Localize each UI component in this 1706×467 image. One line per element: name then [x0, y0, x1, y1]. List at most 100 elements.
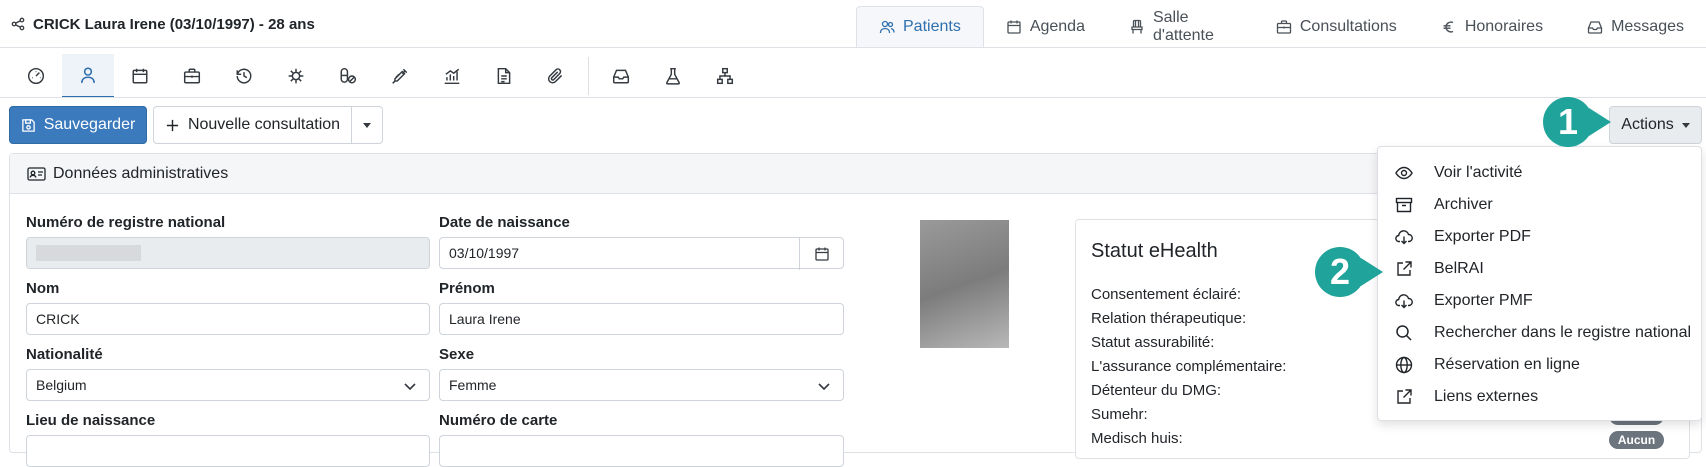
callout-number: 2 [1315, 247, 1365, 297]
ehealth-title: Statut eHealth [1091, 240, 1218, 262]
tab-salle-attente[interactable]: Salle d'attente [1107, 6, 1254, 48]
chair-icon [1129, 19, 1145, 35]
ehealth-row: Relation thérapeutique: [1091, 310, 1247, 327]
nationalite-select[interactable]: Belgium [26, 369, 430, 401]
tab-consultations[interactable]: Consultations [1254, 6, 1419, 48]
actions-label: Actions [1621, 116, 1674, 133]
calendar-picker-button[interactable] [799, 238, 843, 270]
tab-honoraires[interactable]: Honoraires [1419, 6, 1565, 48]
lieu-naissance-label: Lieu de naissance [26, 412, 156, 429]
actions-menu: Voir l'activité Archiver Exporter PDF Be… [1377, 146, 1702, 421]
patient-photo[interactable] [920, 220, 1009, 348]
inbox-icon[interactable] [595, 54, 647, 98]
callout-2: 2 [1315, 247, 1383, 297]
registre-label: Numéro de registre national [26, 214, 226, 231]
actions-button[interactable]: Actions [1609, 106, 1702, 144]
ehealth-row: Statut assurabilité: [1091, 334, 1215, 351]
syringe-icon[interactable] [374, 54, 426, 98]
menu-item-label: Rechercher dans le registre national [1434, 324, 1692, 341]
tab-label: Consultations [1299, 18, 1397, 35]
ehealth-row: Détenteur du DMG: [1091, 382, 1222, 399]
briefcase-icon [1276, 19, 1292, 35]
new-consultation-dropdown-toggle[interactable] [351, 106, 383, 144]
tab-label: Agenda [1029, 18, 1085, 35]
briefcase-icon[interactable] [166, 54, 218, 98]
menu-item-label: Liens externes [1434, 388, 1539, 405]
chart-icon[interactable] [426, 54, 478, 98]
prenom-value: Laura Irene [449, 311, 521, 327]
menu-item-label: Réservation en ligne [1434, 356, 1580, 373]
share-icon[interactable] [11, 17, 25, 31]
history-icon[interactable] [218, 54, 270, 98]
nom-label: Nom [26, 280, 60, 297]
calendar-icon [1006, 19, 1022, 35]
inbox-icon [1587, 19, 1603, 35]
lieu-naissance-field[interactable] [26, 435, 430, 467]
calendar-icon[interactable] [114, 54, 166, 98]
nationalite-label: Nationalité [26, 346, 103, 363]
dashboard-icon[interactable] [10, 54, 62, 98]
tab-agenda[interactable]: Agenda [984, 6, 1107, 48]
menu-item-voir-activite[interactable]: Voir l'activité [1378, 157, 1701, 189]
calendar-icon [814, 247, 829, 261]
menu-item-exporter-pmf[interactable]: Exporter PMF [1378, 285, 1701, 317]
tab-label: Salle d'attente [1152, 9, 1214, 44]
ehealth-row: Consentement éclairé: [1091, 286, 1242, 303]
nom-field[interactable]: CRICK [26, 303, 430, 335]
pills-icon[interactable] [322, 54, 374, 98]
status-badge: Aucun [1609, 431, 1664, 449]
nom-value: CRICK [36, 311, 80, 327]
cloud-download-icon [1395, 230, 1413, 245]
patient-icon[interactable] [62, 54, 114, 98]
dob-label: Date de naissance [439, 214, 570, 231]
external-link-icon [1397, 389, 1412, 404]
new-consultation-label: Nouvelle consultation [187, 116, 341, 133]
flask-icon[interactable] [647, 54, 699, 98]
toolbar-separator [588, 57, 589, 95]
menu-item-liens-externes[interactable]: Liens externes [1378, 381, 1701, 413]
dob-value: 03/10/1997 [449, 245, 520, 261]
ehealth-row: Medisch huis: [1091, 430, 1183, 447]
patient-title: CRICK Laura Irene (03/10/1997) - 28 ans [33, 15, 315, 33]
new-consultation-button[interactable]: Nouvelle consultation [153, 106, 352, 144]
sexe-select[interactable]: Femme [439, 369, 844, 401]
tab-messages[interactable]: Messages [1565, 6, 1706, 48]
callout-number: 1 [1543, 97, 1593, 147]
external-link-icon [1397, 261, 1412, 276]
save-label: Sauvegarder [43, 116, 136, 133]
patient-header: CRICK Laura Irene (03/10/1997) - 28 ans [11, 0, 315, 48]
callout-1: 1 [1543, 97, 1611, 147]
menu-item-label: Exporter PDF [1434, 228, 1531, 245]
prenom-field[interactable]: Laura Irene [439, 303, 844, 335]
chevron-down-icon [818, 383, 830, 391]
menu-item-belrai[interactable]: BelRAI [1378, 253, 1701, 285]
menu-item-label: BelRAI [1434, 260, 1484, 277]
paperclip-icon[interactable] [530, 54, 582, 98]
caret-down-icon [363, 122, 371, 128]
dob-field[interactable]: 03/10/1997 [439, 237, 844, 270]
menu-item-archiver[interactable]: Archiver [1378, 189, 1701, 221]
icon-toolbar [10, 54, 751, 98]
ehealth-row: Sumehr: [1091, 406, 1148, 423]
document-icon[interactable] [478, 54, 530, 98]
menu-item-exporter-pdf[interactable]: Exporter PDF [1378, 221, 1701, 253]
menu-item-label: Voir l'activité [1434, 164, 1523, 181]
menu-item-rechercher-registre[interactable]: Rechercher dans le registre national [1378, 317, 1701, 349]
network-icon[interactable] [699, 54, 751, 98]
numero-carte-label: Numéro de carte [439, 412, 558, 429]
menu-item-reservation-en-ligne[interactable]: Réservation en ligne [1378, 349, 1701, 381]
sexe-label: Sexe [439, 346, 475, 363]
tab-label: Messages [1611, 18, 1684, 35]
registre-field [26, 237, 430, 269]
main-navigation: Patients Agenda Salle d'attente Consulta… [856, 6, 1706, 48]
virus-icon[interactable] [270, 54, 322, 98]
plus-icon [165, 118, 180, 133]
menu-item-label: Archiver [1434, 196, 1493, 213]
divider [0, 47, 1706, 48]
tab-patients[interactable]: Patients [856, 6, 984, 48]
numero-carte-field[interactable] [439, 435, 844, 467]
tab-label: Honoraires [1464, 18, 1544, 35]
save-button[interactable]: Sauvegarder [9, 106, 147, 144]
globe-icon [1395, 356, 1413, 374]
search-icon [1396, 325, 1412, 341]
